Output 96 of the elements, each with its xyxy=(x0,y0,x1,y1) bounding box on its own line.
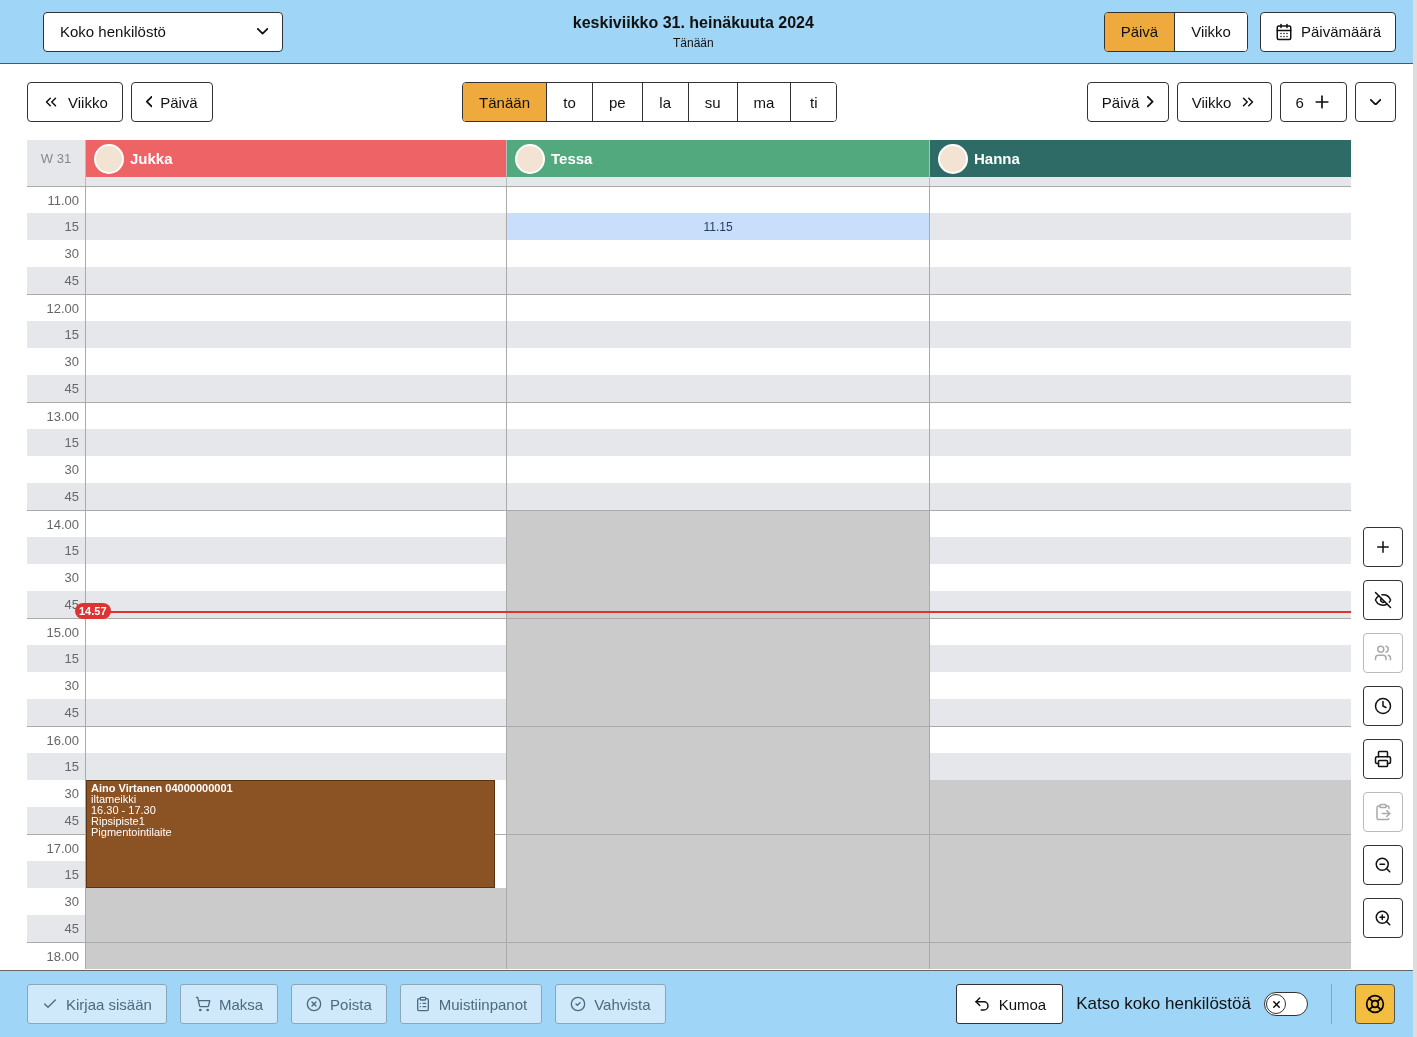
next-day-button[interactable]: Päivä xyxy=(1086,82,1169,122)
avatar xyxy=(515,143,545,174)
chevron-right-icon xyxy=(1147,96,1154,108)
time-label: 45 xyxy=(27,267,85,294)
time-slot[interactable] xyxy=(85,402,506,429)
chevron-left-icon xyxy=(145,96,153,108)
printer-icon xyxy=(1374,750,1392,768)
unavailable-slot[interactable] xyxy=(506,591,929,618)
time-label: 15 xyxy=(27,537,85,564)
time-slot[interactable] xyxy=(929,618,1351,645)
staff-dropdown[interactable]: Koko henkilöstö xyxy=(43,11,283,52)
staff-name: Tessa xyxy=(551,150,593,167)
clipboard-icon xyxy=(1374,803,1392,821)
clock-icon xyxy=(1374,697,1392,715)
time-slot[interactable] xyxy=(85,294,506,321)
date-subtitle: Tänään xyxy=(673,35,714,50)
next-week-button[interactable]: Viikko xyxy=(1176,82,1273,122)
unavailable-slot[interactable] xyxy=(929,942,1351,969)
undo-icon xyxy=(972,995,991,1013)
staff-name: Jukka xyxy=(130,150,173,167)
time-label: 45 xyxy=(27,915,85,942)
week-number: W 31 xyxy=(27,140,85,177)
unavailable-slot[interactable] xyxy=(506,834,929,861)
time-slot[interactable] xyxy=(506,186,929,213)
lifebuoy-icon xyxy=(1365,994,1385,1014)
unavailable-slot[interactable] xyxy=(506,942,929,969)
appointment-detail: 16.30 - 17.30 xyxy=(91,805,157,816)
zoom-out-icon xyxy=(1374,856,1392,874)
calendar-icon xyxy=(1274,22,1293,41)
chevron-down-icon xyxy=(1369,98,1381,106)
add-button[interactable] xyxy=(1363,527,1403,567)
hide-button[interactable] xyxy=(1363,580,1403,620)
day-count-button[interactable]: 6 xyxy=(1280,82,1347,122)
clipboard-icon xyxy=(414,996,431,1012)
staff-name: Hanna xyxy=(974,150,1020,167)
time-label: 15 xyxy=(27,861,85,888)
time-slot[interactable] xyxy=(85,186,506,213)
view-toggle-button[interactable]: Päivä xyxy=(1104,12,1175,51)
avatar xyxy=(94,143,124,174)
zoom-in-icon xyxy=(1374,909,1392,927)
time-label: 15 xyxy=(27,645,85,672)
zoom-in-button[interactable] xyxy=(1363,898,1403,938)
time-slot[interactable] xyxy=(506,402,929,429)
all-staff-switch[interactable] xyxy=(1264,992,1308,1016)
date-title: keskiviikko 31. heinäkuuta 2024 xyxy=(572,13,814,32)
appointment-title: Aino Virtanen 04000000001 xyxy=(91,783,234,794)
help-button[interactable] xyxy=(1355,984,1395,1024)
time-label: 15 xyxy=(27,429,85,456)
time-slot[interactable] xyxy=(929,186,1351,213)
zoom-out-button[interactable] xyxy=(1363,845,1403,885)
time-label: 45 xyxy=(27,699,85,726)
time-label: 45 xyxy=(27,375,85,402)
time-button[interactable] xyxy=(1363,686,1403,726)
time-slot[interactable] xyxy=(929,510,1351,537)
cart-icon xyxy=(194,996,211,1012)
time-slot[interactable] xyxy=(929,294,1351,321)
time-slot[interactable] xyxy=(929,726,1351,753)
appointment-detail: iltameikki xyxy=(91,794,138,805)
view-toggle-button[interactable]: Viikko xyxy=(1174,12,1247,51)
people-icon xyxy=(1374,644,1392,662)
plus-icon xyxy=(1374,538,1392,556)
unavailable-slot[interactable] xyxy=(506,726,929,753)
previous-day-button[interactable]: Päivä xyxy=(130,82,213,122)
day-tab[interactable]: Tänään xyxy=(463,83,546,121)
x-circle-icon xyxy=(306,996,323,1012)
toggle-label: Katso koko henkilöstöä xyxy=(1076,994,1251,1014)
eye-off-icon xyxy=(1374,591,1392,609)
time-label: 15 xyxy=(27,753,85,780)
appointment-detail: Pigmentointilaite xyxy=(91,827,173,838)
time-slot[interactable] xyxy=(85,510,506,537)
time-label: 15 xyxy=(27,321,85,348)
print-button[interactable] xyxy=(1363,739,1403,779)
check-circle-icon xyxy=(570,996,587,1012)
day-tab[interactable]: ti xyxy=(790,83,837,121)
unavailable-slot[interactable] xyxy=(506,510,929,537)
previous-week-button[interactable]: Viikko xyxy=(27,82,123,122)
unavailable-slot[interactable] xyxy=(929,834,1351,861)
avatar xyxy=(938,143,968,174)
selected-time: 11.15 xyxy=(703,219,733,234)
time-slot[interactable] xyxy=(506,294,929,321)
x-icon xyxy=(1270,998,1282,1010)
date-picker-button[interactable]: Päivämäärä xyxy=(1259,11,1396,52)
selected-slot[interactable]: 11.15 xyxy=(506,213,929,240)
time-label: 45 xyxy=(27,807,85,834)
time-label: 15 xyxy=(27,213,85,240)
time-slot[interactable] xyxy=(929,402,1351,429)
unavailable-slot[interactable] xyxy=(85,942,506,969)
time-slot[interactable] xyxy=(85,618,506,645)
chevron-down-icon xyxy=(256,28,268,35)
appointment-detail: Ripsipiste1 xyxy=(91,816,145,827)
more-button[interactable] xyxy=(1354,82,1396,122)
appointment[interactable]: Aino Virtanen 04000000001 iltameikki 16.30 - 17.30 Ripsipiste1 Pigmentointilaite xyxy=(86,780,495,888)
undo-button[interactable]: Kumoa xyxy=(955,984,1064,1024)
time-label: 45 xyxy=(27,483,85,510)
time-slot[interactable] xyxy=(929,591,1351,618)
time-slot[interactable] xyxy=(85,726,506,753)
